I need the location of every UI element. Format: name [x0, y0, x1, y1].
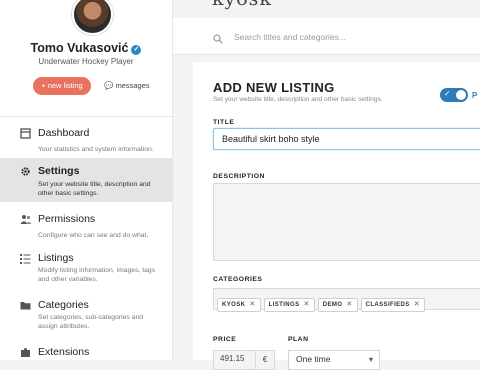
publish-toggle[interactable]: ✓ — [440, 88, 468, 102]
folder-icon — [20, 300, 31, 311]
users-icon — [20, 214, 32, 225]
categories-field[interactable]: KYOSK ✕ LISTINGS ✕ DEMO ✕ CLASSIFIEDS ✕ — [213, 288, 480, 312]
sidebar-item-title: Permissions — [38, 213, 96, 225]
sidebar-item-title: Dashboard — [38, 127, 90, 139]
chat-icon: 💬 — [104, 81, 114, 90]
toggle-label: P — [472, 91, 478, 100]
sidebar-item-listings[interactable]: Listings Modify listing information, ima… — [0, 245, 172, 289]
sidebar-item-desc: Modify listing information, images, tags… — [38, 267, 156, 283]
tag-label: CLASSIFIEDS — [365, 302, 410, 308]
category-tag: KYOSK ✕ — [217, 298, 261, 312]
sidebar-item-title: Extensions — [38, 346, 90, 358]
category-tag: DEMO ✕ — [317, 298, 358, 312]
tag-label: KYOSK — [222, 302, 246, 308]
search-bar — [173, 18, 480, 55]
price-value: 491.15 — [220, 354, 245, 363]
sidebar-divider — [0, 116, 172, 117]
page-subtitle: Set your website title, description and … — [213, 96, 383, 103]
verified-icon: ✓ — [131, 45, 142, 55]
sidebar-item-desc: Configure who can see and do what. — [38, 232, 149, 239]
remove-tag-icon[interactable]: ✕ — [249, 301, 255, 308]
search-icon — [213, 31, 223, 44]
user-name: Tomo Vukasović ✓ — [0, 41, 172, 55]
tag-label: DEMO — [322, 302, 343, 308]
sidebar-item-permissions[interactable]: Permissions Configure who can see and do… — [0, 206, 172, 250]
remove-tag-icon[interactable]: ✕ — [346, 301, 352, 308]
messages-link[interactable]: 💬 messages — [104, 77, 150, 95]
toggle-knob — [456, 90, 466, 100]
categories-label: CATEGORIES — [213, 276, 263, 283]
category-tag: LISTINGS ✕ — [263, 298, 315, 312]
dashboard-icon — [20, 128, 31, 139]
remove-tag-icon[interactable]: ✕ — [414, 301, 420, 308]
sidebar-item-title: Listings — [38, 252, 74, 264]
add-listing-panel: ADD NEW LISTING Set your website title, … — [193, 62, 480, 370]
puzzle-icon — [20, 347, 31, 358]
category-tag: CLASSIFIEDS ✕ — [360, 298, 425, 312]
search-input[interactable] — [232, 28, 466, 46]
plan-value: One time — [296, 354, 331, 364]
avatar[interactable] — [72, 0, 113, 35]
messages-label: messages — [115, 81, 150, 90]
description-label: DESCRIPTION — [213, 173, 265, 180]
gear-icon — [20, 166, 31, 177]
list-icon — [20, 253, 31, 264]
sidebar-item-title: Categories — [38, 299, 89, 311]
sidebar-item-categories[interactable]: Categories Set categories, sub-categorie… — [0, 292, 172, 336]
title-label: TITLE — [213, 119, 235, 126]
price-field[interactable]: 491.15 € — [213, 350, 275, 370]
sidebar-item-desc: Set categories, sub-categories and assig… — [38, 314, 144, 330]
sidebar-item-settings[interactable]: Settings Set your website title, descrip… — [0, 158, 172, 202]
sidebar: Tomo Vukasović ✓ Underwater Hockey Player… — [0, 0, 173, 360]
tag-label: LISTINGS — [268, 302, 300, 308]
new-listing-button[interactable]: + new listing — [33, 77, 91, 95]
price-label: PRICE — [213, 336, 237, 343]
plan-label: PLAN — [288, 336, 309, 343]
description-textarea[interactable] — [213, 183, 480, 261]
sidebar-item-desc: Set your website title, description and … — [38, 181, 151, 197]
title-field[interactable] — [213, 128, 480, 150]
user-name-text: Tomo Vukasović — [30, 41, 129, 55]
check-icon: ✓ — [444, 89, 451, 98]
currency-label: € — [255, 350, 274, 370]
plan-select[interactable]: One time ▾ — [288, 350, 380, 370]
brand-logo[interactable]: kyosk — [212, 0, 272, 10]
page-title: ADD NEW LISTING — [213, 80, 335, 95]
sidebar-item-desc: Your statistics and system information. — [38, 146, 154, 153]
sidebar-item-extensions[interactable]: Extensions — [0, 339, 172, 360]
sidebar-item-title: Settings — [38, 165, 80, 177]
user-role: Underwater Hockey Player — [38, 57, 134, 66]
remove-tag-icon[interactable]: ✕ — [303, 301, 309, 308]
